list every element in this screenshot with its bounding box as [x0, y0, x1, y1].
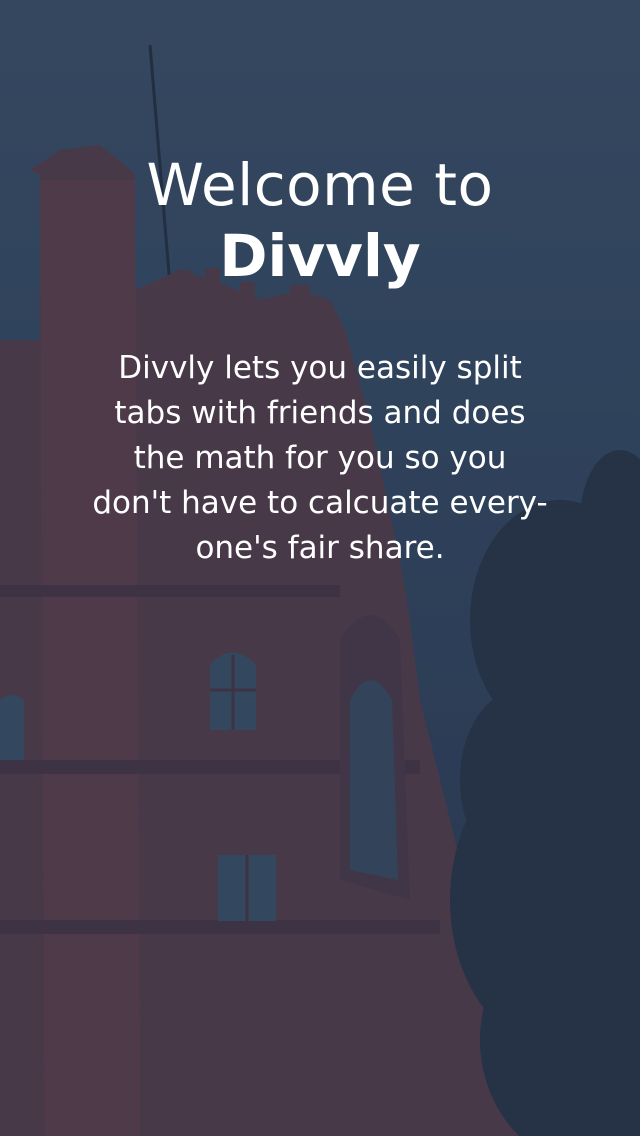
welcome-screen: Welcome to Divvly Divvly lets you easily… [0, 0, 640, 1136]
app-name-title: Divvly [219, 222, 421, 290]
welcome-description: Divvly lets you easily split tabs with f… [92, 350, 548, 566]
welcome-title: Welcome to [146, 151, 494, 219]
